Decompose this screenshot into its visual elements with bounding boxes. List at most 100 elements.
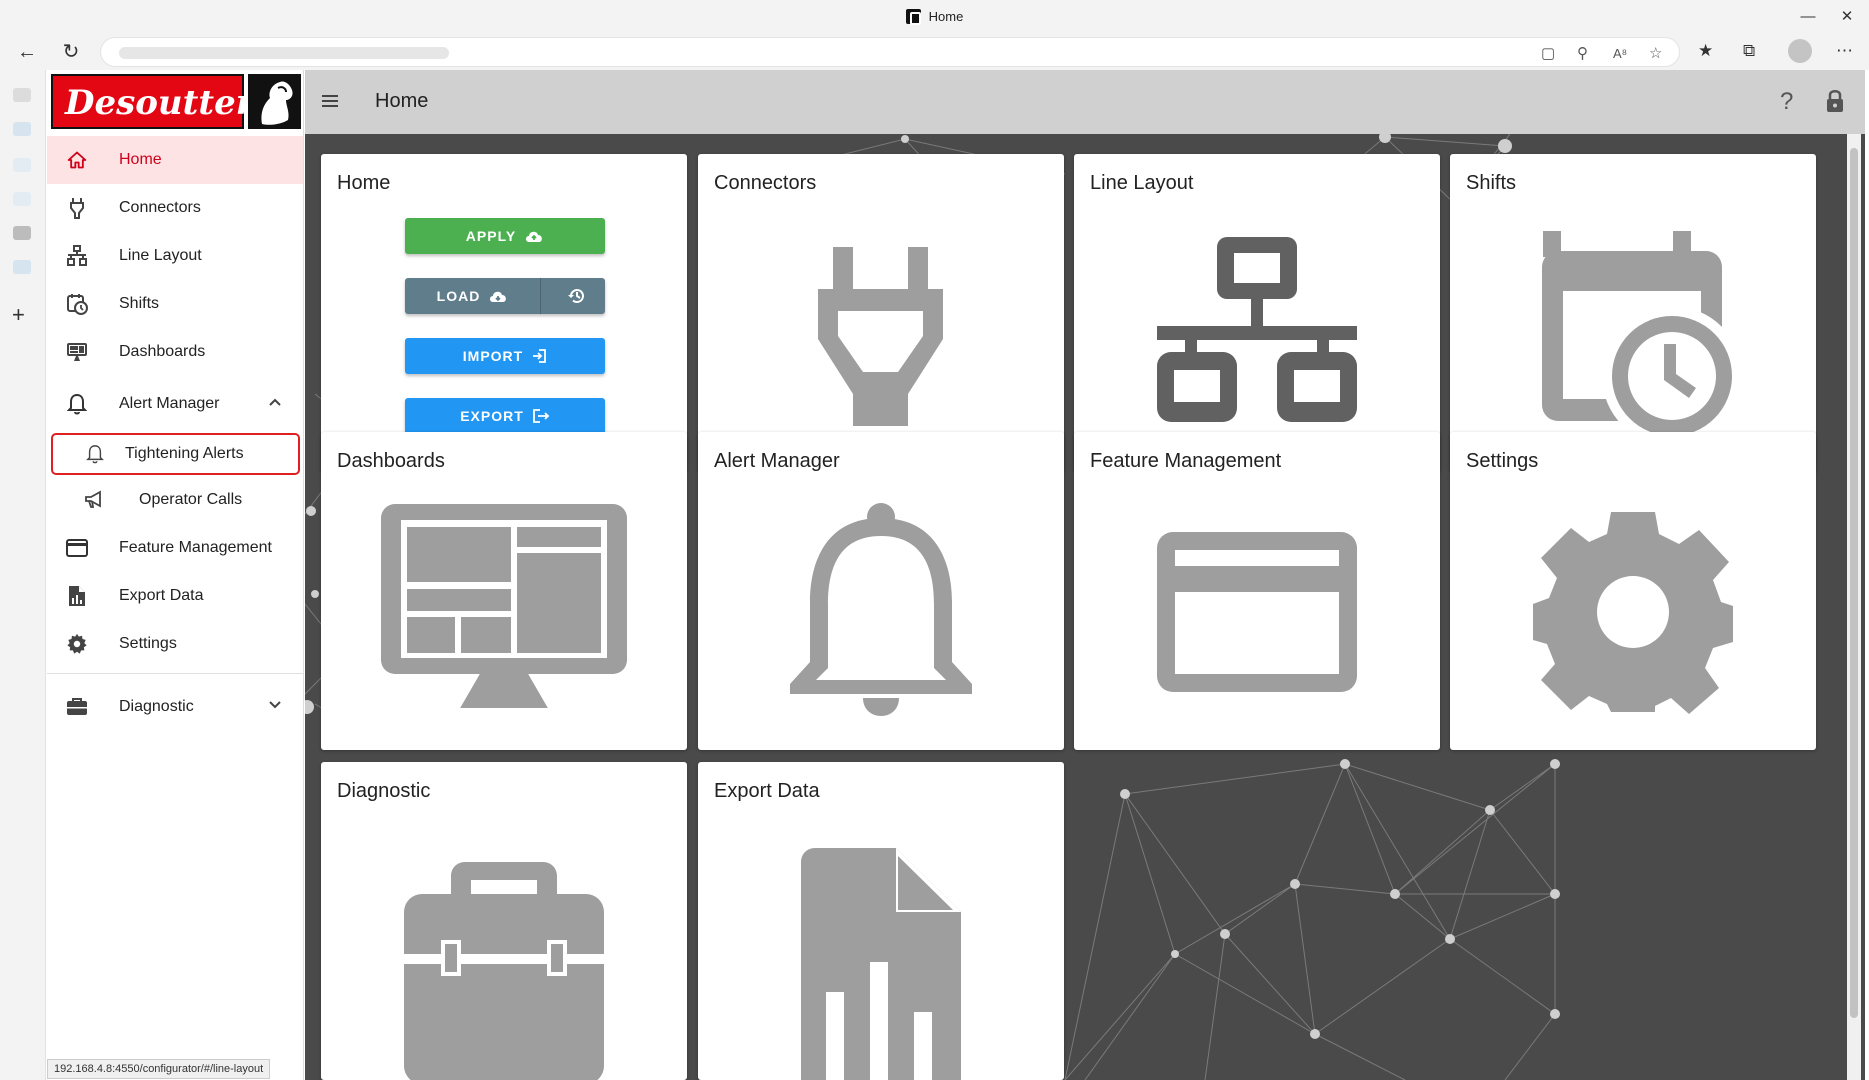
connectors-card[interactable]: Connectors xyxy=(698,154,1064,472)
read-aloud-icon[interactable]: A⁸ xyxy=(1613,46,1627,61)
sidebar-item-diagnostic[interactable]: Diagnostic xyxy=(47,683,303,731)
app-install-icon[interactable]: ▢ xyxy=(1541,44,1555,62)
browser-title-bar: Home — ✕ xyxy=(0,0,1869,34)
toolbox-icon xyxy=(404,862,604,1080)
sidebar-item-label: Feature Management xyxy=(119,539,272,556)
vertical-tab-strip: + xyxy=(0,70,46,1080)
key-icon[interactable]: ⚲ xyxy=(1577,44,1588,62)
sidebar-item-tightening-alerts[interactable]: Tightening Alerts xyxy=(51,433,300,475)
hamburger-menu-icon[interactable] xyxy=(319,90,343,114)
bell-icon xyxy=(790,503,972,716)
toolbox-icon xyxy=(65,695,89,719)
sidebar-item-label: Dashboards xyxy=(119,343,206,360)
alert-manager-card[interactable]: Alert Manager xyxy=(698,432,1064,750)
shifts-card[interactable]: Shifts xyxy=(1450,154,1816,472)
card-title: Home xyxy=(337,172,391,194)
chevron-down-icon[interactable] xyxy=(267,697,283,718)
app-favicon-icon xyxy=(905,9,921,25)
lock-icon[interactable] xyxy=(1824,88,1848,114)
tab-ghost-icon[interactable] xyxy=(13,226,31,240)
url-text-obscured xyxy=(119,47,449,59)
sidebar-item-label: Alert Manager xyxy=(119,395,220,412)
sidebar-item-settings[interactable]: Settings xyxy=(47,620,303,668)
sidebar-item-label: Line Layout xyxy=(119,247,202,264)
logo-wordmark: Desoutter xyxy=(65,83,254,123)
sidebar-item-label: Diagnostic xyxy=(119,698,194,715)
address-bar[interactable]: ▢ ⚲ A⁸ ☆ xyxy=(100,37,1680,67)
monitor-icon xyxy=(381,504,627,718)
sidebar-divider xyxy=(47,673,303,674)
megaphone-icon xyxy=(83,488,107,512)
tab-ghost-icon[interactable] xyxy=(13,88,31,102)
dashboards-card[interactable]: Dashboards xyxy=(321,432,687,750)
network-icon xyxy=(1157,237,1357,422)
file-chart-icon xyxy=(65,584,89,608)
tab-ghost-icon[interactable] xyxy=(13,122,31,136)
tab-ghost-icon[interactable] xyxy=(13,192,31,206)
minimize-icon[interactable]: — xyxy=(1791,4,1825,30)
chevron-up-icon[interactable] xyxy=(267,394,283,415)
calendar-clock-icon xyxy=(1542,231,1742,446)
sidebar: Desoutter Home Connectors Line Layout Sh… xyxy=(47,70,304,1080)
profile-avatar[interactable] xyxy=(1788,39,1812,63)
page-title: Home xyxy=(375,90,429,112)
more-menu-icon[interactable]: ⋯ xyxy=(1836,41,1854,61)
credit-card-icon xyxy=(65,536,89,560)
main-content: Home APPLY LOAD IMPORT EXPORT Connectors… xyxy=(305,134,1865,1080)
line-layout-card[interactable]: Line Layout xyxy=(1074,154,1440,472)
sidebar-item-shifts[interactable]: Shifts xyxy=(47,280,303,328)
sidebar-item-label: Operator Calls xyxy=(139,491,243,508)
load-button-group: LOAD xyxy=(405,278,605,314)
sidebar-item-alert-manager[interactable]: Alert Manager xyxy=(47,380,303,428)
apply-label: APPLY xyxy=(465,228,517,244)
gear-icon xyxy=(65,632,89,656)
plug-icon xyxy=(818,247,943,426)
credit-card-icon xyxy=(1157,532,1357,692)
apply-button[interactable]: APPLY xyxy=(405,218,605,254)
desoutter-logo[interactable]: Desoutter xyxy=(51,74,301,129)
diagnostic-card[interactable]: Diagnostic xyxy=(321,762,687,1080)
scrollbar-thumb[interactable] xyxy=(1850,148,1858,1018)
sidebar-item-label: Connectors xyxy=(119,199,201,216)
settings-card[interactable]: Settings xyxy=(1450,432,1816,750)
browser-toolbar: ← ↻ ▢ ⚲ A⁸ ☆ ★ ⧉ ⋯ xyxy=(0,34,1869,70)
window-title-text: Home xyxy=(928,9,964,24)
cloud-download-icon xyxy=(490,291,507,302)
sidebar-item-connectors[interactable]: Connectors xyxy=(47,184,303,232)
back-arrow-icon[interactable]: ← xyxy=(12,38,42,66)
sidebar-item-feature-management[interactable]: Feature Management xyxy=(47,524,303,572)
history-button[interactable] xyxy=(541,278,605,314)
import-button[interactable]: IMPORT xyxy=(405,338,605,374)
refresh-icon[interactable]: ↻ xyxy=(56,38,86,66)
plug-icon xyxy=(65,196,89,220)
sidebar-item-export-data[interactable]: Export Data xyxy=(47,572,303,620)
export-button[interactable]: EXPORT xyxy=(405,398,605,434)
monitor-icon xyxy=(65,340,89,364)
sidebar-item-dashboards[interactable]: Dashboards xyxy=(47,328,303,376)
help-icon[interactable]: ? xyxy=(1780,88,1793,116)
tab-ghost-icon[interactable] xyxy=(13,158,31,172)
bell-outline-icon xyxy=(83,442,107,466)
collections-icon[interactable]: ⧉ xyxy=(1743,41,1755,61)
horse-logo-icon xyxy=(248,74,301,129)
favorites-icon[interactable]: ★ xyxy=(1698,41,1713,61)
home-icon xyxy=(65,148,89,172)
sidebar-item-line-layout[interactable]: Line Layout xyxy=(47,232,303,280)
logo-red-block: Desoutter xyxy=(51,74,254,129)
close-window-icon[interactable]: ✕ xyxy=(1830,4,1864,30)
load-label: LOAD xyxy=(436,288,481,304)
sidebar-item-operator-calls[interactable]: Operator Calls xyxy=(47,476,303,524)
new-tab-icon[interactable]: + xyxy=(12,302,25,328)
feature-management-card[interactable]: Feature Management xyxy=(1074,432,1440,750)
content-scrollbar[interactable] xyxy=(1847,134,1861,1080)
export-data-card[interactable]: Export Data xyxy=(698,762,1064,1080)
import-label: IMPORT xyxy=(462,348,524,364)
sidebar-item-home[interactable]: Home xyxy=(47,136,303,184)
tab-ghost-icon[interactable] xyxy=(13,260,31,274)
load-button[interactable]: LOAD xyxy=(405,278,541,314)
login-icon xyxy=(533,349,547,363)
bell-icon xyxy=(65,392,89,416)
network-icon xyxy=(65,244,89,268)
app-header: Home ? xyxy=(305,70,1865,134)
add-favorite-icon[interactable]: ☆ xyxy=(1649,44,1662,62)
